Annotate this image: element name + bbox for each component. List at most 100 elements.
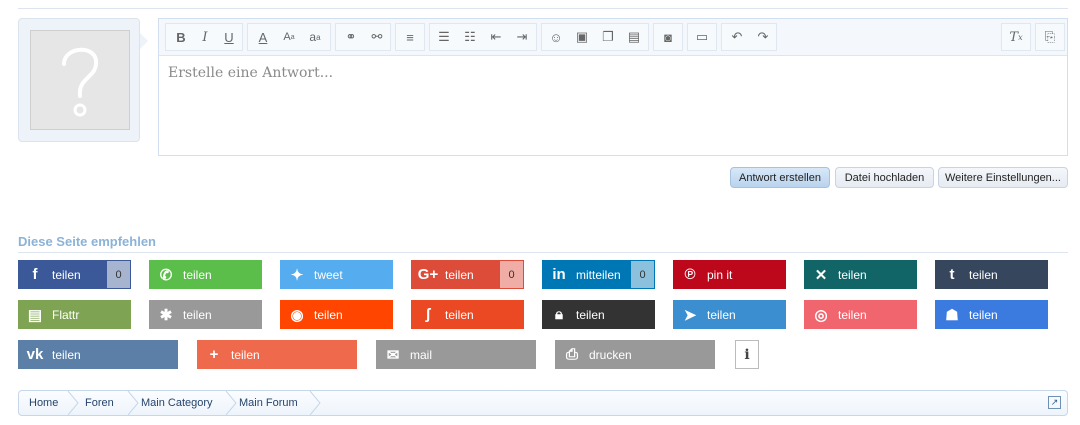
avatar[interactable] xyxy=(30,30,130,130)
share-button-print[interactable]: ⎙ drucken xyxy=(555,340,715,369)
share-count: 0 xyxy=(500,261,523,288)
share-label: Flattr xyxy=(52,307,80,322)
share-button-telegram[interactable]: ➤ teilen xyxy=(673,300,786,329)
reddit-icon: ◉ xyxy=(290,306,304,324)
media-icon[interactable]: ❐ xyxy=(597,24,619,50)
share-count: 0 xyxy=(107,261,130,288)
share-label: mitteilen xyxy=(576,267,621,282)
numbered-list-icon[interactable]: ☷ xyxy=(459,24,481,50)
share-count: 0 xyxy=(631,261,654,288)
share-button-tumblr[interactable]: t teilen xyxy=(935,260,1048,289)
share-button-qq[interactable]: ☗ teilen xyxy=(935,300,1048,329)
breadcrumb-arrow-icon xyxy=(67,391,79,415)
font-size-icon[interactable]: Aa xyxy=(278,24,300,50)
redo-icon[interactable]: ↷ xyxy=(752,24,774,50)
lock-icon: 🔒︎ xyxy=(555,306,563,323)
jump-to-icon[interactable]: ↗ xyxy=(1048,396,1061,409)
share-label: teilen xyxy=(445,307,474,322)
bullet-list-icon[interactable]: ☰ xyxy=(433,24,455,50)
share-button-twitter[interactable]: ✦ tweet xyxy=(280,260,393,289)
avatar-container xyxy=(18,18,148,142)
editor-toolbar: B I U A Aa aa ⚭ ⚯ ≡ ☰ ☷ ⇤ ⇥ ☺ ▣ ❐ ▤ ◙ ▭ … xyxy=(159,19,1067,56)
share-label: teilen xyxy=(838,267,867,282)
weibo-icon: ◎ xyxy=(814,306,828,324)
share-label: drucken xyxy=(589,347,632,362)
vk-icon: vk xyxy=(26,346,44,363)
share-label: teilen xyxy=(183,267,212,282)
share-label: teilen xyxy=(314,307,343,322)
stumbleupon-icon: ʃ xyxy=(425,306,431,323)
font-family-icon[interactable]: aa xyxy=(304,24,326,50)
share-label: teilen xyxy=(838,307,867,322)
share-button-lock[interactable]: 🔒︎ teilen xyxy=(542,300,655,329)
share-label: mail xyxy=(410,347,433,362)
breadcrumb-forums[interactable]: Foren xyxy=(85,391,114,415)
link-icon[interactable]: ⚭ xyxy=(340,24,362,50)
smilie-icon[interactable]: ☺ xyxy=(545,24,567,50)
bold-icon[interactable]: B xyxy=(170,24,192,50)
question-mark-icon xyxy=(62,47,98,117)
more-options-button[interactable]: Weitere Einstellungen... xyxy=(938,167,1068,188)
undo-icon[interactable]: ↶ xyxy=(726,24,748,50)
google-plus-icon: G+ xyxy=(417,266,439,283)
share-button-stumbleupon[interactable]: ʃ teilen xyxy=(411,300,524,329)
indent-icon[interactable]: ⇥ xyxy=(511,24,533,50)
top-divider xyxy=(18,8,1068,9)
share-button-vk[interactable]: vk teilen xyxy=(18,340,178,369)
share-button-xing[interactable]: ✕ teilen xyxy=(804,260,917,289)
share-button-asterisk[interactable]: ✱ teilen xyxy=(149,300,262,329)
underline-icon[interactable]: U xyxy=(218,24,240,50)
share-button-pinterest[interactable]: ℗ pin it xyxy=(673,260,786,289)
share-button-whatsapp[interactable]: ✆ teilen xyxy=(149,260,262,289)
breadcrumb-main-forum[interactable]: Main Forum xyxy=(239,391,298,415)
share-info-button[interactable]: i xyxy=(735,340,759,369)
share-label: teilen xyxy=(969,267,998,282)
breadcrumb: Home Foren Main Category Main Forum ↗ xyxy=(18,390,1068,416)
tumblr-icon: t xyxy=(949,266,955,283)
share-label: teilen xyxy=(969,307,998,322)
share-button-google-plus[interactable]: G+ teilen 0 xyxy=(411,260,524,289)
share-button-facebook[interactable]: f teilen 0 xyxy=(18,260,131,289)
plus-icon: + xyxy=(209,346,219,363)
breadcrumb-main-category[interactable]: Main Category xyxy=(141,391,213,415)
share-divider xyxy=(18,252,1068,253)
pinterest-icon: ℗ xyxy=(684,266,696,283)
breadcrumb-arrow-icon xyxy=(309,391,321,415)
insert-template-icon[interactable]: ▤ xyxy=(623,24,645,50)
remove-format-icon[interactable]: Tx xyxy=(1005,24,1027,50)
twitter-icon: ✦ xyxy=(290,266,304,284)
share-button-flattr[interactable]: ▤ Flattr xyxy=(18,300,131,329)
linkedin-icon: in xyxy=(552,266,566,283)
reply-textarea[interactable]: Erstelle eine Antwort... xyxy=(168,65,333,81)
align-icon[interactable]: ≡ xyxy=(399,24,421,50)
breadcrumb-home[interactable]: Home xyxy=(29,391,58,415)
image-icon[interactable]: ▣ xyxy=(571,24,593,50)
share-button-plus[interactable]: + teilen xyxy=(197,340,357,369)
share-label: teilen xyxy=(52,347,81,362)
unlink-icon[interactable]: ⚯ xyxy=(366,24,388,50)
share-label: teilen xyxy=(707,307,736,322)
flattr-icon: ▤ xyxy=(27,306,43,324)
share-label: teilen xyxy=(183,307,212,322)
camera-icon[interactable]: ◙ xyxy=(657,24,679,50)
save-draft-icon[interactable]: ▭ xyxy=(691,24,713,50)
reply-button[interactable]: Antwort erstellen xyxy=(730,167,830,188)
share-button-linkedin[interactable]: in mitteilen 0 xyxy=(542,260,655,289)
italic-icon[interactable]: I xyxy=(194,24,216,50)
whatsapp-icon: ✆ xyxy=(159,266,173,284)
toggle-bbcode-icon[interactable]: ⎘ xyxy=(1039,24,1061,50)
breadcrumb-arrow-icon xyxy=(127,391,139,415)
upload-button[interactable]: Datei hochladen xyxy=(835,167,934,188)
outdent-icon[interactable]: ⇤ xyxy=(485,24,507,50)
share-label: teilen xyxy=(576,307,605,322)
share-button-reddit[interactable]: ◉ teilen xyxy=(280,300,393,329)
qq-icon: ☗ xyxy=(945,306,959,324)
reply-editor: B I U A Aa aa ⚭ ⚯ ≡ ☰ ☷ ⇤ ⇥ ☺ ▣ ❐ ▤ ◙ ▭ … xyxy=(158,18,1068,156)
share-label: tweet xyxy=(314,267,343,282)
xing-icon: ✕ xyxy=(814,266,828,284)
share-button-weibo[interactable]: ◎ teilen xyxy=(804,300,917,329)
font-color-icon[interactable]: A xyxy=(252,24,274,50)
share-label: teilen xyxy=(52,267,81,282)
print-icon: ⎙ xyxy=(565,346,578,363)
share-button-mail[interactable]: ✉ mail xyxy=(376,340,536,369)
